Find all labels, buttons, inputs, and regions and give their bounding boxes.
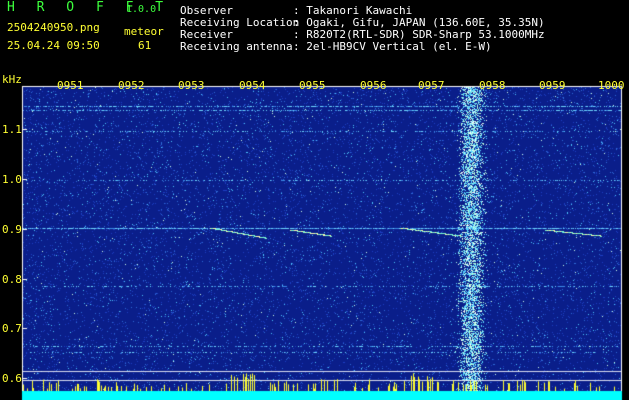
y-tick-0.7: 0.7 [2, 322, 22, 335]
info-value-antenna: : 2el-HB9CV Vertical (el. E-W) [293, 40, 492, 53]
y-tick-1.1: 1.1 [2, 123, 22, 136]
time-tick-0951: 0951 [57, 79, 84, 92]
detection-label: meteor [124, 25, 164, 38]
time-tick-0953: 0953 [178, 79, 205, 92]
time-tick-0957: 0957 [418, 79, 445, 92]
time-tick-0952: 0952 [118, 79, 145, 92]
y-tick-0.8: 0.8 [2, 273, 22, 286]
image-filename: 2504240950.png [7, 21, 100, 34]
time-tick-0955: 0955 [299, 79, 326, 92]
time-tick-0956: 0956 [360, 79, 387, 92]
time-tick-0959: 0959 [539, 79, 566, 92]
observation-datetime: 25.04.24 09:50 [7, 39, 100, 52]
detection-count: 61 [138, 39, 152, 52]
header-panel: H R O F F T 1.0.0 2504240950.png meteor … [0, 0, 629, 72]
y-tick-0.6: 0.6 [2, 372, 22, 385]
time-tick-1000: 1000 [598, 79, 625, 92]
info-key-antenna: Receiving antenna [180, 40, 293, 53]
app-version: 1.0.0 [126, 4, 157, 15]
y-axis-unit: kHz [2, 73, 22, 86]
time-tick-0954: 0954 [239, 79, 266, 92]
time-tick-0958: 0958 [479, 79, 506, 92]
y-tick-1.0: 1.0 [2, 173, 22, 186]
y-tick-0.9: 0.9 [2, 223, 22, 236]
